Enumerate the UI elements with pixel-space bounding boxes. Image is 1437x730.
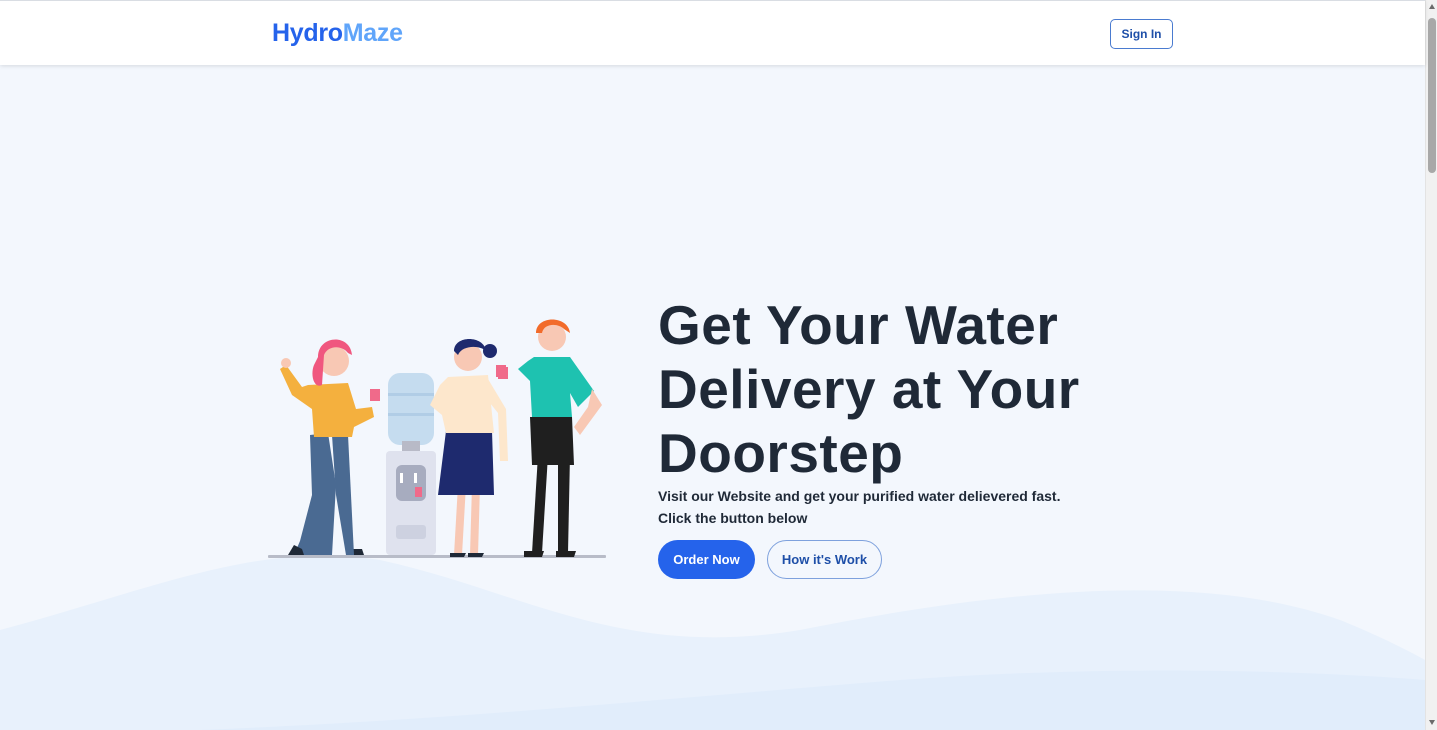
sign-in-button[interactable]: Sign In (1110, 19, 1173, 49)
brand-logo[interactable]: HydroMaze (272, 19, 403, 48)
scroll-up-arrow-icon[interactable] (1429, 4, 1435, 9)
vertical-scrollbar[interactable] (1425, 0, 1437, 730)
logo-part-maze: Maze (342, 19, 403, 47)
hero-subtitle: Visit our Website and get your purified … (658, 485, 1118, 529)
people-at-water-cooler-illustration (268, 319, 606, 558)
scroll-down-arrow-icon[interactable] (1429, 720, 1435, 725)
hero-subtitle-line-2: Click the button below (658, 510, 808, 526)
hero-subtitle-line-1: Visit our Website and get your purified … (658, 488, 1061, 504)
top-navbar: HydroMaze Sign In (0, 0, 1425, 65)
order-now-button[interactable]: Order Now (658, 540, 755, 579)
scrollbar-thumb[interactable] (1428, 18, 1436, 173)
hero-title: Get Your Water Delivery at Your Doorstep (658, 294, 1080, 484)
how-it-works-button[interactable]: How it's Work (767, 540, 882, 579)
logo-part-hydro: Hydro (272, 19, 343, 47)
